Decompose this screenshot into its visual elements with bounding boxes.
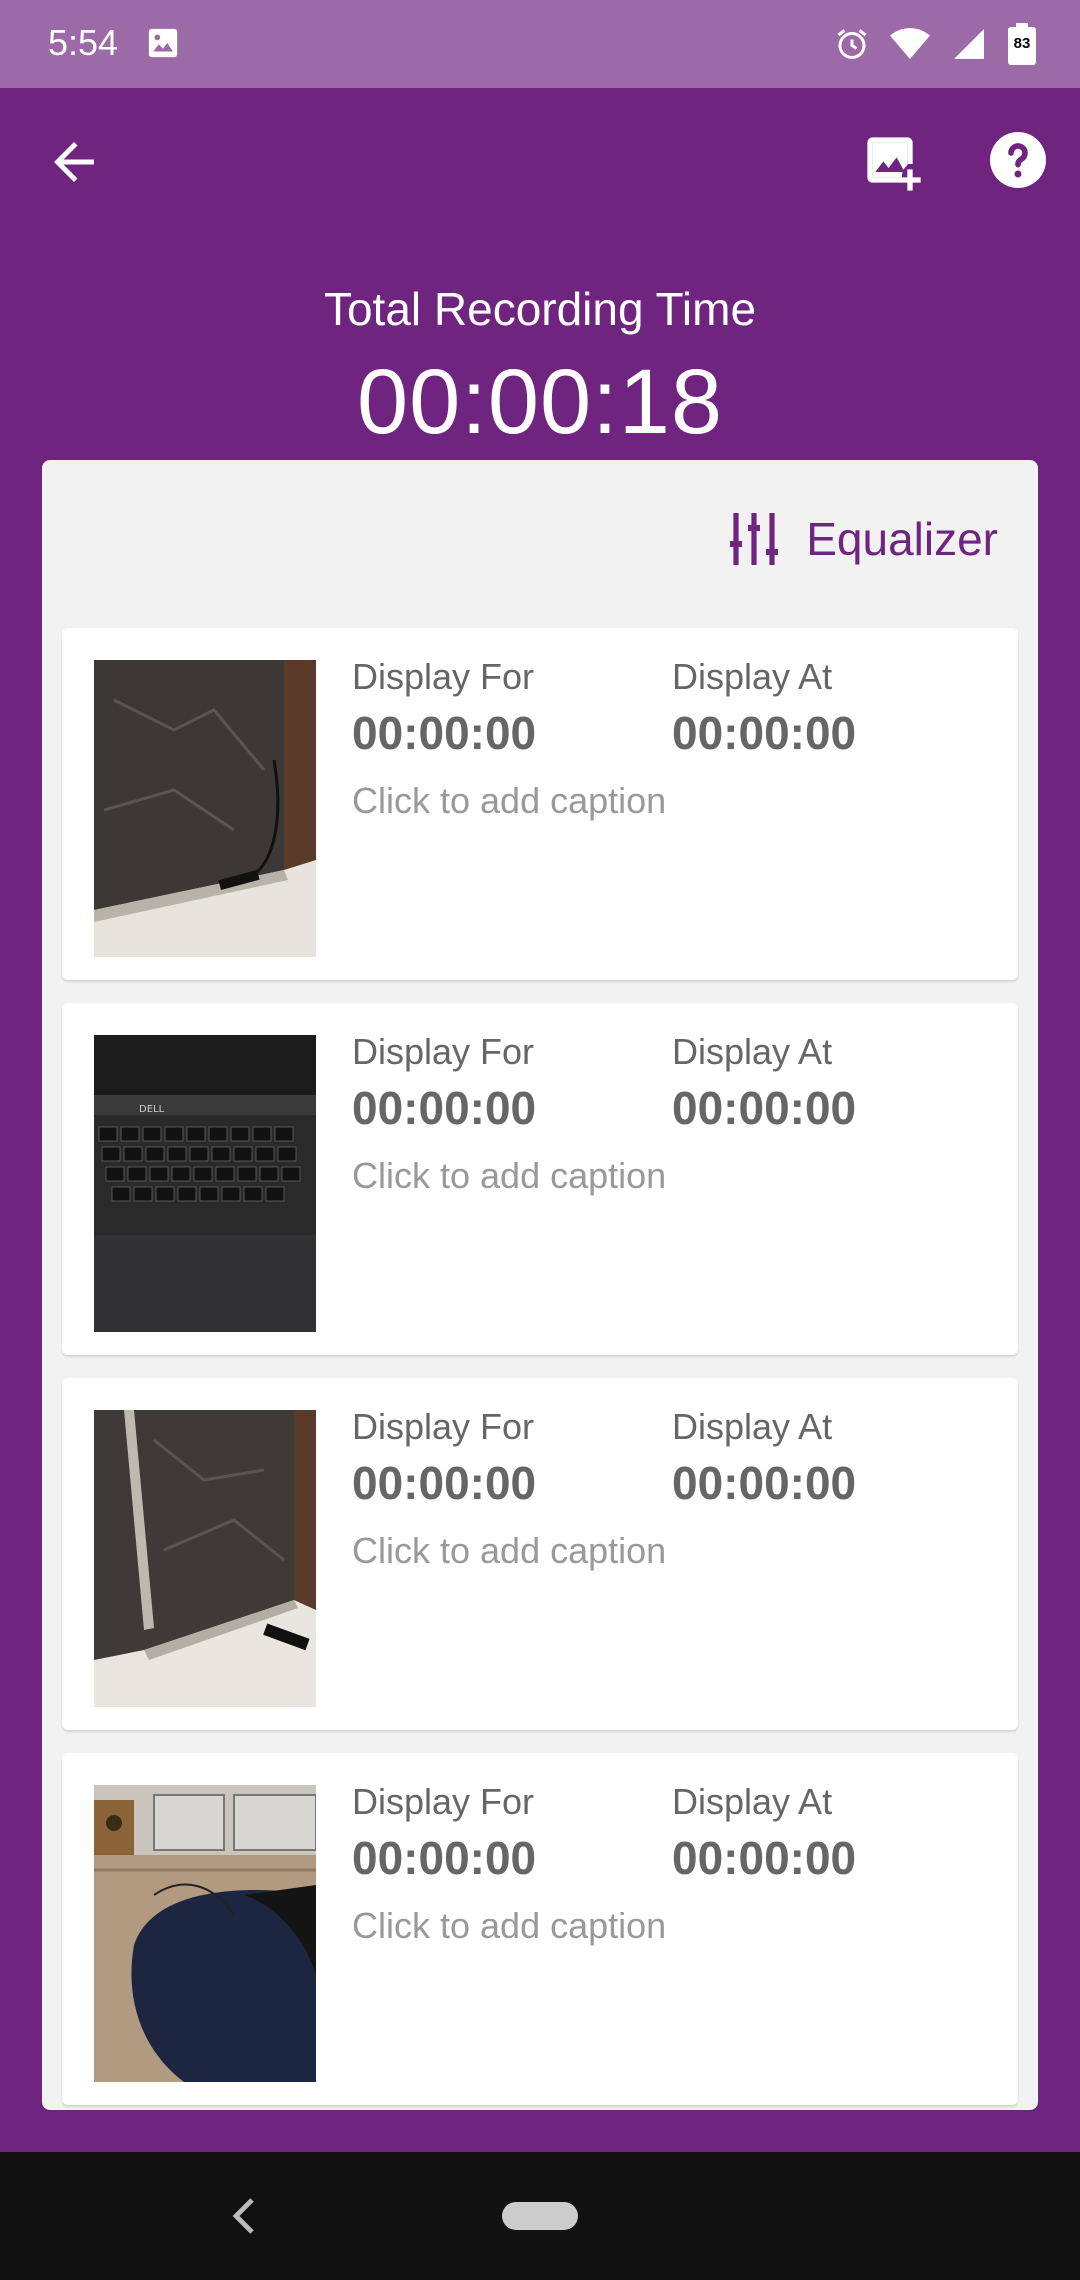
display-at-label: Display At — [672, 656, 833, 697]
wifi-icon — [890, 27, 930, 61]
caption-field[interactable]: Click to add caption — [352, 1530, 666, 1572]
equalizer-label: Equalizer — [806, 513, 998, 565]
total-recording-time: 00:00:18 — [356, 351, 724, 453]
slide-list: Display For 00:00:00 Display At 00:00:00… — [62, 628, 1018, 2110]
app-bar — [0, 88, 1080, 236]
caption-field[interactable]: Click to add caption — [352, 1155, 666, 1197]
display-at-label: Display At — [672, 1781, 833, 1822]
display-at-value[interactable]: 00:00:00 — [672, 706, 856, 760]
display-at-label: Display At — [672, 1406, 833, 1447]
display-for-value[interactable]: 00:00:00 — [352, 1831, 536, 1885]
help-icon[interactable] — [990, 132, 1046, 188]
display-for: Display For 00:00:00 — [352, 1031, 536, 1135]
display-for-value[interactable]: 00:00:00 — [352, 706, 536, 760]
display-for: Display For 00:00:00 — [352, 656, 536, 760]
equalizer-icon — [730, 513, 779, 565]
status-bar: 5:54 83 — [0, 0, 1080, 88]
slide-card[interactable]: Display For 00:00:00 Display At 00:00:00… — [62, 1378, 1018, 1730]
slide-thumbnail[interactable] — [94, 1785, 316, 2082]
display-at-value[interactable]: 00:00:00 — [672, 1831, 856, 1885]
display-for-label: Display For — [352, 1781, 535, 1822]
battery-level: 83 — [1013, 35, 1031, 52]
slides-panel: Equalizer Display For 00:00:00 Display A… — [42, 460, 1038, 2110]
display-at-label: Display At — [672, 1031, 833, 1072]
status-time: 5:54 — [48, 22, 119, 63]
display-for-label: Display For — [352, 1406, 535, 1447]
display-for: Display For 00:00:00 — [352, 1406, 536, 1510]
total-recording-label: Total Recording Time — [323, 283, 757, 335]
display-for-label: Display For — [352, 656, 535, 697]
display-at-value[interactable]: 00:00:00 — [672, 1456, 856, 1510]
display-at: Display At 00:00:00 — [672, 656, 856, 760]
back-arrow-icon[interactable] — [44, 132, 104, 192]
display-at: Display At 00:00:00 — [672, 1781, 856, 1885]
slide-thumbnail[interactable] — [94, 660, 316, 957]
display-for-value[interactable]: 00:00:00 — [352, 1456, 536, 1510]
display-for-label: Display For — [352, 1031, 535, 1072]
image-icon — [146, 26, 180, 60]
add-image-icon[interactable] — [862, 132, 926, 196]
signal-icon — [950, 26, 988, 62]
nav-back-icon[interactable] — [228, 2196, 258, 2236]
navigation-bar — [0, 2152, 1080, 2280]
slide-thumbnail[interactable] — [94, 1410, 316, 1707]
slide-card[interactable]: Display For 00:00:00 Display At 00:00:00… — [62, 628, 1018, 980]
display-for: Display For 00:00:00 — [352, 1781, 536, 1885]
slide-card[interactable]: DELL Display For 00:00:00 Display At 00:… — [62, 1003, 1018, 1355]
equalizer-button[interactable]: Equalizer — [730, 504, 998, 574]
caption-field[interactable]: Click to add caption — [352, 1905, 666, 1947]
caption-field[interactable]: Click to add caption — [352, 780, 666, 822]
battery-icon: 83 — [1008, 23, 1036, 65]
status-icons: 83 — [834, 22, 1036, 66]
svg-text:DELL: DELL — [139, 1104, 165, 1115]
nav-home-button[interactable] — [502, 2202, 578, 2230]
display-for-value[interactable]: 00:00:00 — [352, 1081, 536, 1135]
alarm-icon — [834, 26, 870, 62]
display-at: Display At 00:00:00 — [672, 1406, 856, 1510]
display-at: Display At 00:00:00 — [672, 1031, 856, 1135]
slide-card[interactable]: Display For 00:00:00 Display At 00:00:00… — [62, 1753, 1018, 2105]
display-at-value[interactable]: 00:00:00 — [672, 1081, 856, 1135]
slide-thumbnail[interactable]: DELL — [94, 1035, 316, 1332]
